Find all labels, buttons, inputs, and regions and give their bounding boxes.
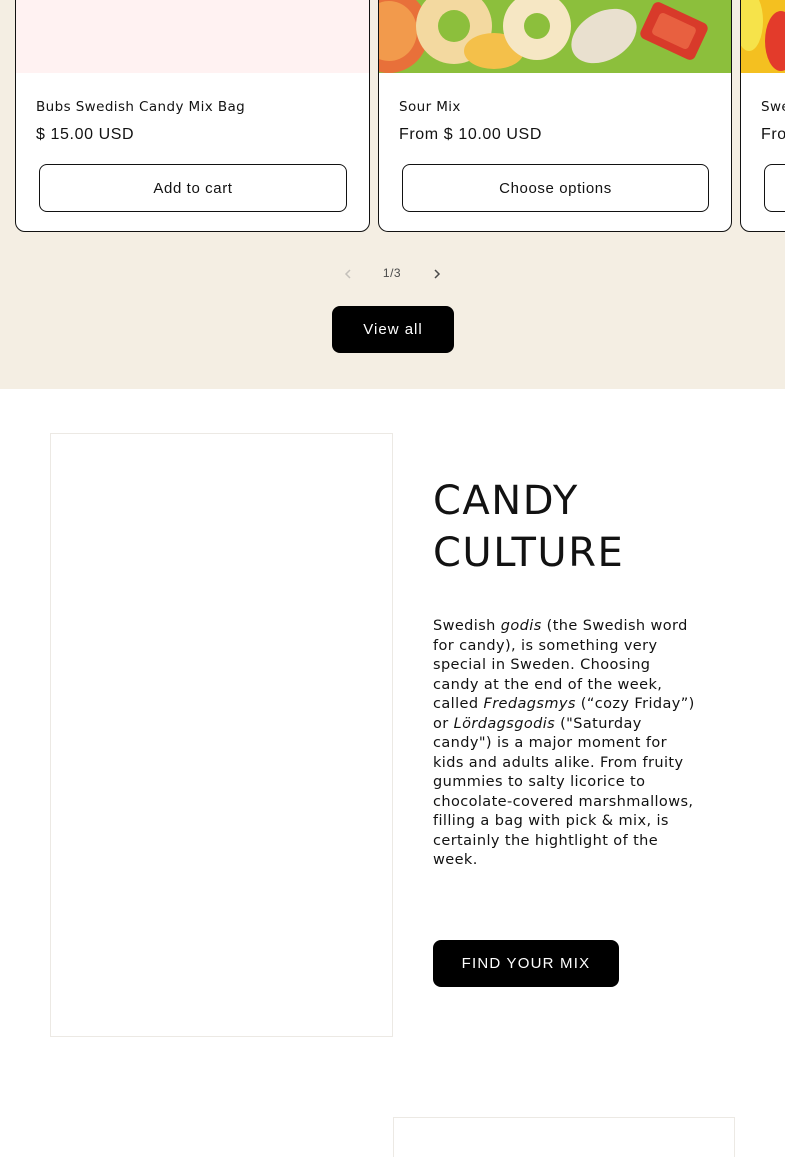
chevron-left-icon[interactable] [340,266,356,282]
candy-culture-section: CANDY CULTURE Swedish godis (the Swedish… [0,389,785,1157]
choose-options-button[interactable]: Choose options [402,164,709,212]
product-card[interactable]: Swe Fro [740,0,785,232]
candy-photo [741,0,785,73]
product-image-placeholder [16,0,369,73]
culture-heading-line1: CANDY [433,478,579,524]
product-title[interactable]: Bubs Swedish Candy Mix Bag [36,99,245,115]
body-italic-godis: godis [500,618,542,634]
slide-total: 3 [393,266,402,280]
product-image[interactable] [16,0,369,73]
product-title[interactable]: Sour Mix [399,99,461,115]
next-section-card [393,1117,735,1157]
product-card-button[interactable] [764,164,785,212]
body-text-4: ("Saturday candy") is a major moment for… [433,715,694,869]
culture-body-text: Swedish godis (the Swedish word for cand… [433,617,701,871]
product-image[interactable] [741,0,785,73]
product-price: $ 15.00 USD [36,126,135,143]
product-price: From $ 10.00 USD [399,126,542,143]
culture-image [50,433,393,1037]
product-price: Fro [761,126,785,143]
culture-heading: CANDY CULTURE [433,475,753,579]
culture-heading-line2: CULTURE [433,530,625,576]
sour-mix-candy-photo [379,0,731,73]
product-image[interactable] [379,0,731,73]
featured-products-section: Bubs Swedish Candy Mix Bag $ 15.00 USD A… [0,0,785,389]
chevron-right-icon[interactable] [429,266,445,282]
body-text-1: Swedish [433,618,501,634]
slider-pagination: 1/3 [0,262,785,286]
find-your-mix-button[interactable]: FIND YOUR MIX [433,940,619,987]
slide-counter: 1/3 [372,266,412,280]
slide-current: 1 [382,266,391,280]
body-italic-lordagsgodis: Lördagsgodis [453,715,556,732]
view-all-button[interactable]: View all [332,306,454,353]
product-card[interactable]: Bubs Swedish Candy Mix Bag $ 15.00 USD A… [15,0,370,232]
product-title[interactable]: Swe [761,99,785,115]
add-to-cart-button[interactable]: Add to cart [39,164,347,212]
product-card[interactable]: Sour Mix From $ 10.00 USD Choose options [378,0,732,232]
body-italic-fredagsmys: Fredagsmys [483,696,576,712]
